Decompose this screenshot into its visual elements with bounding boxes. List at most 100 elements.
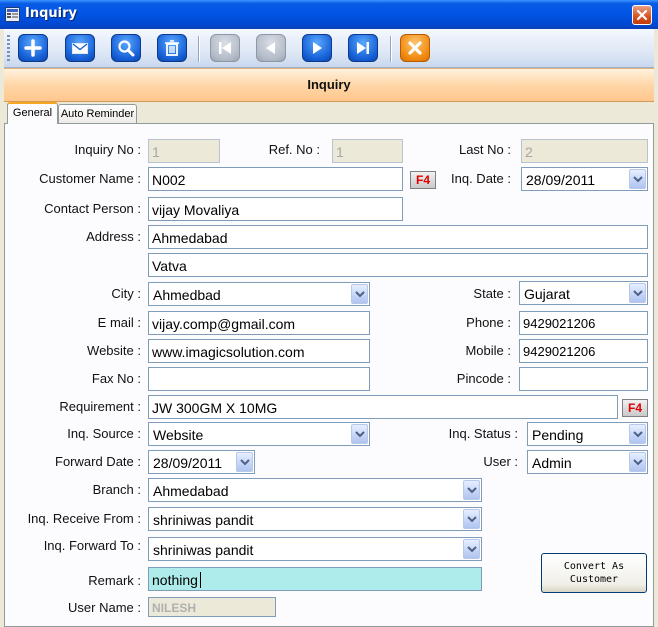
branch-dropdown-button[interactable] (463, 480, 480, 500)
last-no-field[interactable]: 2 (521, 139, 648, 163)
inq-date-label: Inq. Date : (451, 171, 511, 186)
forward-date-label: Forward Date : (55, 454, 141, 469)
address-label: Address : (86, 229, 141, 244)
inq-source-dropdown[interactable]: Website (148, 422, 370, 446)
state-label: State : (473, 286, 511, 301)
ref-no-label: Ref. No : (268, 142, 320, 157)
state-dropdown-button[interactable] (629, 283, 646, 303)
inq-forward-to-dropdown-button[interactable] (463, 539, 480, 559)
city-label: City : (111, 286, 141, 301)
remark-field[interactable]: nothing (148, 567, 482, 591)
plus-icon (24, 39, 42, 57)
branch-label: Branch : (92, 482, 141, 497)
phone-label: Phone : (466, 315, 511, 330)
inq-status-dropdown[interactable]: Pending (527, 422, 648, 446)
previous-button[interactable] (256, 34, 286, 62)
address-line2-field[interactable]: Vatva (148, 253, 648, 277)
inquiry-no-field[interactable]: 1 (148, 139, 220, 163)
pincode-field[interactable] (519, 367, 648, 391)
delete-button[interactable] (157, 34, 187, 62)
user-label: User : (483, 454, 518, 469)
customer-name-label: Customer Name : (39, 171, 141, 186)
tab-auto-reminder[interactable]: Auto Reminder (58, 104, 137, 123)
first-record-button[interactable] (210, 34, 240, 62)
toolbar-separator (198, 36, 200, 62)
user-dropdown[interactable]: Admin (527, 450, 648, 474)
website-label: Website : (87, 343, 141, 358)
convert-as-customer-button[interactable]: Convert As Customer (541, 553, 647, 593)
requirement-label: Requirement : (59, 399, 141, 414)
inquiry-no-label: Inquiry No : (74, 142, 141, 157)
state-value: Gujarat (524, 286, 570, 302)
contact-person-label: Contact Person : (44, 201, 141, 216)
contact-person-field[interactable]: vijay Movaliya (148, 197, 403, 221)
mobile-field[interactable]: 9429021206 (519, 339, 648, 363)
inq-date-dropdown-button[interactable] (629, 169, 646, 189)
form-header: Inquiry (4, 68, 654, 102)
window-close-button[interactable] (632, 5, 652, 25)
toolbar (4, 29, 654, 68)
website-field[interactable]: www.imagicsolution.com (148, 339, 370, 363)
tab-general[interactable]: General (7, 102, 58, 124)
search-button[interactable] (111, 34, 141, 62)
inq-receive-from-dropdown[interactable]: shriniwas pandit (148, 507, 482, 531)
branch-value: Ahmedabad (153, 483, 229, 499)
user-value: Admin (532, 455, 572, 471)
next-button[interactable] (302, 34, 332, 62)
chevron-down-icon (633, 176, 643, 183)
title-bar[interactable]: Inquiry (0, 0, 658, 29)
last-record-icon (357, 42, 369, 54)
inq-date-value: 28/09/2011 (526, 172, 596, 188)
user-name-label: User Name : (68, 600, 141, 615)
forward-date-picker[interactable]: 28/09/2011 (148, 450, 255, 474)
inquiry-window: Inquiry Inquiry General Auto Reminder In… (0, 0, 658, 627)
user-name-field[interactable]: NILESH (148, 597, 276, 617)
forward-date-dropdown-button[interactable] (236, 452, 253, 472)
window-title: Inquiry (25, 6, 77, 21)
mail-button[interactable] (65, 34, 95, 62)
text-caret (200, 572, 201, 588)
remark-label: Remark : (88, 573, 141, 588)
city-dropdown[interactable]: Ahmedbad (148, 282, 370, 306)
inq-receive-from-dropdown-button[interactable] (463, 509, 480, 529)
chevron-down-icon (467, 516, 477, 523)
chevron-down-icon (467, 487, 477, 494)
city-value: Ahmedbad (153, 287, 221, 303)
magnify-icon (118, 40, 135, 57)
chevron-down-icon (240, 459, 250, 466)
pincode-label: Pincode : (456, 371, 511, 386)
branch-dropdown[interactable]: Ahmedabad (148, 478, 482, 502)
chevron-down-icon (633, 290, 643, 297)
add-button[interactable] (18, 34, 48, 62)
state-dropdown[interactable]: Gujarat (519, 281, 648, 305)
next-icon (313, 42, 322, 54)
fax-field[interactable] (148, 367, 370, 391)
inq-date-picker[interactable]: 28/09/2011 (521, 167, 648, 191)
inq-status-dropdown-button[interactable] (629, 424, 646, 444)
close-form-button[interactable] (400, 34, 430, 62)
city-dropdown-button[interactable] (351, 284, 368, 304)
requirement-field[interactable]: JW 300GM X 10MG (148, 395, 618, 419)
email-field[interactable]: vijay.comp@gmail.com (148, 311, 370, 335)
inq-receive-from-value: shriniwas pandit (153, 512, 254, 528)
app-icon (5, 7, 20, 22)
inq-status-label: Inq. Status : (448, 426, 518, 441)
inq-receive-from-label: Inq. Receive From : (27, 511, 141, 526)
inq-source-label: Inq. Source : (67, 426, 141, 441)
customer-name-field[interactable]: N002 (148, 167, 403, 191)
previous-icon (266, 42, 275, 54)
last-record-button[interactable] (348, 34, 378, 62)
customer-lookup-f4-button[interactable]: F4 (410, 171, 436, 189)
ref-no-field[interactable]: 1 (332, 139, 403, 163)
address-line1-field[interactable]: Ahmedabad (148, 225, 648, 249)
phone-field[interactable]: 9429021206 (519, 311, 648, 335)
inq-forward-to-dropdown[interactable]: shriniwas pandit (148, 537, 482, 561)
inq-source-dropdown-button[interactable] (351, 424, 368, 444)
user-dropdown-button[interactable] (629, 452, 646, 472)
last-no-label: Last No : (458, 142, 511, 157)
requirement-lookup-f4-button[interactable]: F4 (622, 399, 648, 417)
mobile-label: Mobile : (465, 343, 511, 358)
toolbar-grip[interactable] (7, 35, 10, 61)
inq-forward-to-value: shriniwas pandit (153, 542, 254, 558)
convert-label-line1: Convert As (563, 561, 625, 572)
